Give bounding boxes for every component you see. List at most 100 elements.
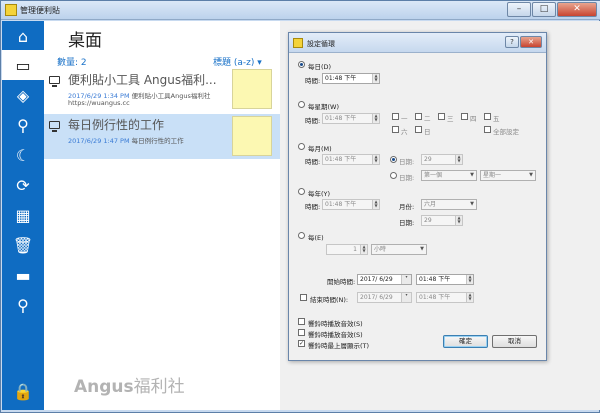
every-unit-select[interactable]: 小時 ▼ bbox=[371, 244, 427, 255]
cancel-button[interactable]: 取消 bbox=[492, 335, 537, 348]
home-icon[interactable]: ⌂ bbox=[2, 21, 44, 51]
end-date-field[interactable]: 2017/ 6/29 ▾ bbox=[357, 292, 412, 303]
monitor-icon bbox=[49, 121, 60, 132]
app-icon bbox=[5, 4, 17, 16]
start-date-field[interactable]: 2017/ 6/29 ▾ bbox=[357, 274, 412, 285]
attachment-icon[interactable]: ⚲ bbox=[2, 110, 44, 140]
start-time-field[interactable]: 01:48 下午 ▲ ▼ bbox=[416, 274, 474, 285]
dialog-title-bar: 設定循環 ? ✕ bbox=[289, 33, 546, 53]
day-label: 五 bbox=[493, 115, 500, 123]
sort-dropdown[interactable]: 標題 (a-z) ▾ bbox=[213, 55, 262, 68]
monthly-time-label: 時間: bbox=[305, 158, 321, 166]
month-select[interactable]: 六月 ▼ bbox=[421, 199, 477, 210]
title-bar: 管理便利貼 – □ ✕ bbox=[1, 1, 600, 20]
monthly-date-radio[interactable] bbox=[390, 156, 397, 163]
day-checkbox-thu[interactable] bbox=[461, 113, 468, 120]
layers-icon[interactable]: ◈ bbox=[2, 80, 44, 110]
help-button[interactable]: ? bbox=[505, 36, 519, 48]
week-ordinal-select[interactable]: 第一個 ▼ bbox=[421, 170, 477, 181]
daily-time-field[interactable]: 01:48 下午 ▲ ▼ bbox=[322, 73, 380, 84]
monthly-radio[interactable] bbox=[298, 143, 305, 150]
note-count: 數量: 2 bbox=[57, 58, 87, 68]
note-title: 每日例行性的工作 bbox=[68, 118, 165, 132]
weekly-radio[interactable] bbox=[298, 101, 305, 108]
monthly-day-label: 日期: bbox=[399, 174, 415, 182]
note-thumbnail bbox=[232, 116, 272, 156]
maximize-button[interactable]: □ bbox=[532, 2, 556, 17]
note-item[interactable]: 便利貼小工具 Angus福利... 2017/6/29 1:34 PM 便利貼小… bbox=[44, 69, 280, 114]
option-label: 響鈴時播放音效(S) bbox=[308, 320, 363, 328]
all-days-label: 全部設定 bbox=[493, 128, 519, 136]
monthly-date-label: 日期: bbox=[399, 158, 415, 166]
monitor-icon bbox=[49, 76, 60, 87]
weekly-time-label: 時間: bbox=[305, 117, 321, 125]
note-thumbnail bbox=[232, 69, 272, 109]
yearly-date-label: 日期: bbox=[399, 219, 415, 227]
repeat-icon[interactable]: ⟳ bbox=[2, 170, 44, 200]
recurrence-dialog: 設定循環 ? ✕ 每日(D) 時間: 01:48 下午 ▲ ▼ 每星期(W) 時間:… bbox=[288, 32, 547, 361]
all-days-checkbox[interactable] bbox=[484, 126, 491, 133]
day-checkbox-tue[interactable] bbox=[415, 113, 422, 120]
weekly-time-field[interactable]: 01:48 下午 ▲ ▼ bbox=[322, 113, 380, 124]
yearly-time-field[interactable]: 01:48 下午 ▲ ▼ bbox=[322, 199, 380, 210]
trash-icon[interactable]: 🗑 bbox=[2, 230, 44, 260]
day-checkbox-sun[interactable] bbox=[415, 126, 422, 133]
sound-checkbox-1[interactable] bbox=[298, 318, 305, 325]
every-radio[interactable] bbox=[298, 232, 305, 239]
window-title: 管理便利貼 bbox=[20, 6, 60, 15]
weekday-select[interactable]: 星期一 ▼ bbox=[480, 170, 536, 181]
day-checkbox-wed[interactable] bbox=[438, 113, 445, 120]
note-meta: 2017/6/29 1:47 PM 每日例行性的工作 bbox=[68, 137, 184, 145]
end-time-label: 結束時間(N): bbox=[310, 296, 349, 304]
option-label: 響鈴時最上層顯示(T) bbox=[308, 342, 370, 350]
close-button[interactable]: ✕ bbox=[557, 2, 597, 17]
note-title: 便利貼小工具 Angus福利... bbox=[68, 73, 217, 87]
notes-panel: 桌面 數量: 2 標題 (a-z) ▾ 便利貼小工具 Angus福利... 20… bbox=[44, 21, 280, 410]
sidebar: ⌂ ▭ ◈ ⚲ ☾ ⟳ ▦ 🗑 ▬ ⚲ 🔒 bbox=[2, 21, 44, 410]
day-checkbox-sat[interactable] bbox=[392, 126, 399, 133]
end-time-field[interactable]: 01:48 下午 ▲ ▼ bbox=[416, 292, 474, 303]
daily-label: 每日(D) bbox=[308, 63, 332, 71]
dialog-close-button[interactable]: ✕ bbox=[520, 36, 542, 48]
note-url: https://wuangus.cc bbox=[68, 99, 130, 107]
minimize-button[interactable]: – bbox=[507, 2, 531, 17]
day-checkbox-fri[interactable] bbox=[484, 113, 491, 120]
topmost-checkbox[interactable]: ✓ bbox=[298, 340, 305, 347]
yearly-time-label: 時間: bbox=[305, 203, 321, 211]
day-label: 日 bbox=[424, 128, 431, 136]
day-label: 四 bbox=[470, 115, 477, 123]
start-time-label: 開始時間: bbox=[327, 278, 356, 286]
desktop-icon[interactable]: ▭ bbox=[2, 50, 44, 80]
page-title: 桌面 bbox=[68, 31, 102, 51]
lock-icon[interactable]: 🔒 bbox=[2, 376, 44, 406]
monthly-label: 每月(M) bbox=[308, 145, 332, 153]
calendar-icon[interactable]: ▦ bbox=[2, 200, 44, 230]
brand-logo: Angus福利社 bbox=[74, 377, 185, 397]
night-icon[interactable]: ☾ bbox=[2, 140, 44, 170]
daily-radio[interactable] bbox=[298, 61, 305, 68]
every-label: 每(E) bbox=[308, 234, 324, 242]
day-label: 三 bbox=[447, 115, 454, 123]
sound-checkbox-2[interactable] bbox=[298, 329, 305, 336]
option-label: 響鈴時播放音效(S) bbox=[308, 331, 363, 339]
yearly-date-field[interactable]: 29 ▲ ▼ bbox=[421, 215, 463, 226]
yearly-month-label: 月份: bbox=[399, 203, 415, 211]
day-label: 一 bbox=[401, 115, 408, 123]
daily-time-label: 時間: bbox=[305, 77, 321, 85]
ok-button[interactable]: 確定 bbox=[443, 335, 488, 348]
day-label: 二 bbox=[424, 115, 431, 123]
note-item[interactable]: 每日例行性的工作 2017/6/29 1:47 PM 每日例行性的工作 bbox=[44, 114, 280, 159]
monthly-date-field[interactable]: 29 ▲ ▼ bbox=[421, 154, 463, 165]
app-icon bbox=[293, 38, 303, 48]
weekly-label: 每星期(W) bbox=[308, 103, 339, 111]
day-checkbox-mon[interactable] bbox=[392, 113, 399, 120]
end-time-checkbox[interactable] bbox=[300, 294, 307, 301]
folder-icon[interactable]: ▬ bbox=[2, 260, 44, 290]
monthly-time-field[interactable]: 01:48 下午 ▲ ▼ bbox=[322, 154, 380, 165]
yearly-label: 每年(Y) bbox=[308, 190, 331, 198]
search-icon[interactable]: ⚲ bbox=[2, 290, 44, 320]
every-value-field[interactable]: 1 ▲ ▼ bbox=[326, 244, 368, 255]
day-label: 六 bbox=[401, 128, 408, 136]
monthly-weekday-radio[interactable] bbox=[390, 172, 397, 179]
yearly-radio[interactable] bbox=[298, 188, 305, 195]
